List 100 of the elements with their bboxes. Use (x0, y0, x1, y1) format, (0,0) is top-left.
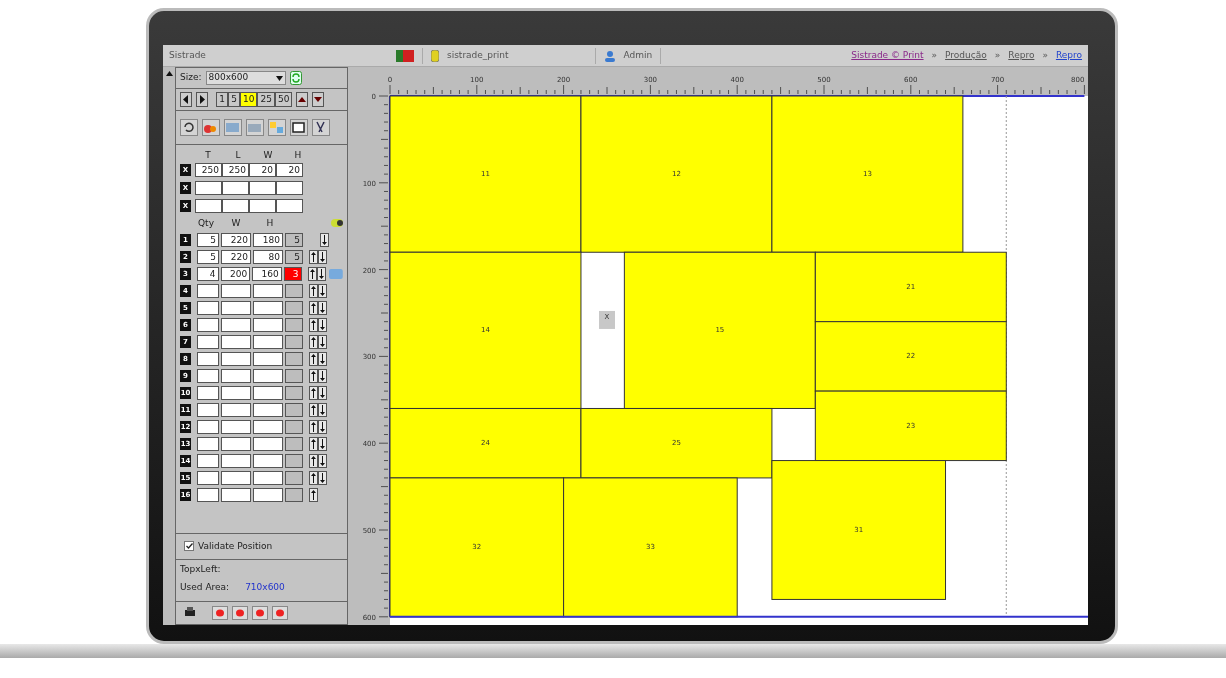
placed-piece[interactable] (389, 408, 582, 479)
quantity-field[interactable] (197, 436, 219, 451)
width-field[interactable] (221, 351, 251, 366)
quantity-field[interactable] (197, 368, 219, 383)
height-field[interactable]: 180 (253, 232, 283, 247)
toggle-icon[interactable] (331, 219, 343, 228)
height-field[interactable] (253, 385, 283, 400)
margin-field[interactable] (249, 180, 276, 195)
height-field[interactable] (253, 368, 283, 383)
zoom-step-button[interactable]: 5 (228, 92, 240, 107)
move-down-button[interactable] (318, 453, 327, 468)
width-field[interactable] (221, 317, 251, 332)
quantity-field[interactable] (197, 300, 219, 315)
move-up-button[interactable] (309, 402, 318, 417)
quantity-field[interactable]: 4 (196, 266, 219, 281)
height-field[interactable] (253, 487, 283, 502)
height-field[interactable] (253, 470, 283, 485)
frame-icon[interactable] (290, 119, 308, 136)
placed-piece[interactable] (814, 390, 1007, 462)
move-up-button[interactable] (309, 368, 318, 383)
move-up-button[interactable] (309, 300, 318, 315)
width-field[interactable] (221, 436, 251, 451)
move-down-button[interactable] (316, 266, 326, 281)
quantity-field[interactable] (197, 419, 219, 434)
count-field[interactable] (285, 402, 303, 417)
width-field[interactable] (221, 300, 251, 315)
next-icon[interactable] (196, 92, 208, 107)
margin-field[interactable]: 20 (249, 162, 276, 177)
width-field[interactable]: 220 (221, 232, 251, 247)
breadcrumb-link[interactable]: Repro (1008, 48, 1035, 63)
margin-field[interactable]: 250 (222, 162, 249, 177)
move-up-button[interactable] (307, 266, 317, 281)
count-field[interactable]: 5 (285, 232, 303, 247)
quantity-field[interactable] (197, 402, 219, 417)
scroll-up-icon[interactable] (165, 71, 173, 76)
quantity-field[interactable] (197, 351, 219, 366)
margin-field[interactable]: 20 (276, 162, 303, 177)
move-down-button[interactable] (318, 470, 327, 485)
move-down-button[interactable] (318, 334, 327, 349)
move-down-button[interactable] (318, 283, 327, 298)
width-field[interactable] (221, 453, 251, 468)
placed-piece[interactable] (814, 251, 1007, 323)
count-field[interactable] (285, 385, 303, 400)
quantity-field[interactable]: 5 (197, 232, 219, 247)
margin-field[interactable]: 250 (195, 162, 222, 177)
width-field[interactable]: 220 (221, 249, 251, 264)
previous-icon[interactable] (180, 92, 192, 107)
move-down-button[interactable] (318, 436, 327, 451)
width-field[interactable] (221, 283, 251, 298)
margin-field[interactable] (195, 198, 222, 213)
move-down-button[interactable] (318, 300, 327, 315)
width-field[interactable] (221, 385, 251, 400)
quantity-field[interactable] (197, 487, 219, 502)
move-down-button[interactable] (318, 351, 327, 366)
count-field[interactable] (285, 470, 303, 485)
move-up-button[interactable] (309, 283, 318, 298)
width-field[interactable] (221, 334, 251, 349)
placed-piece[interactable] (389, 251, 582, 409)
width-field[interactable] (221, 470, 251, 485)
count-field[interactable] (285, 453, 303, 468)
placed-piece[interactable] (580, 95, 773, 253)
up-icon[interactable] (296, 92, 309, 107)
placed-piece[interactable] (389, 477, 565, 618)
printer-icon[interactable] (184, 606, 196, 618)
scissors-icon[interactable] (312, 119, 330, 136)
breadcrumb-link[interactable]: Produção (945, 48, 987, 63)
move-up-button[interactable] (309, 419, 318, 434)
count-field[interactable] (285, 436, 303, 451)
move-up-button[interactable] (309, 249, 318, 264)
placed-piece[interactable] (623, 251, 816, 409)
height-field[interactable] (253, 453, 283, 468)
quantity-field[interactable] (197, 385, 219, 400)
quantity-field[interactable]: 5 (197, 249, 219, 264)
rotate-icon[interactable] (180, 119, 198, 136)
move-down-button[interactable] (318, 385, 327, 400)
quantity-field[interactable] (197, 453, 219, 468)
margin-field[interactable] (276, 180, 303, 195)
margin-field[interactable] (276, 198, 303, 213)
placed-piece[interactable] (563, 477, 738, 618)
breadcrumb-link[interactable]: Sistrade © Print (851, 48, 924, 63)
height-field[interactable] (253, 419, 283, 434)
move-up-button[interactable] (309, 317, 318, 332)
move-up-button[interactable] (309, 385, 318, 400)
flag-icon[interactable] (395, 49, 414, 62)
zoom-step-button[interactable]: 25 (257, 92, 275, 107)
placed-piece[interactable] (771, 460, 946, 600)
height-field[interactable] (253, 351, 283, 366)
quantity-field[interactable] (197, 283, 219, 298)
quantity-field[interactable] (197, 334, 219, 349)
height-field[interactable] (253, 317, 283, 332)
count-field[interactable]: 5 (285, 249, 303, 264)
count-field[interactable] (285, 317, 303, 332)
move-down-button[interactable] (318, 419, 327, 434)
move-up-button[interactable] (309, 470, 318, 485)
zoom-step-button[interactable]: 1 (216, 92, 228, 107)
count-field[interactable] (285, 351, 303, 366)
height-field[interactable] (253, 283, 283, 298)
size-select[interactable]: 800x600 (205, 71, 286, 85)
placed-piece[interactable] (814, 321, 1007, 392)
width-field[interactable] (221, 368, 251, 383)
